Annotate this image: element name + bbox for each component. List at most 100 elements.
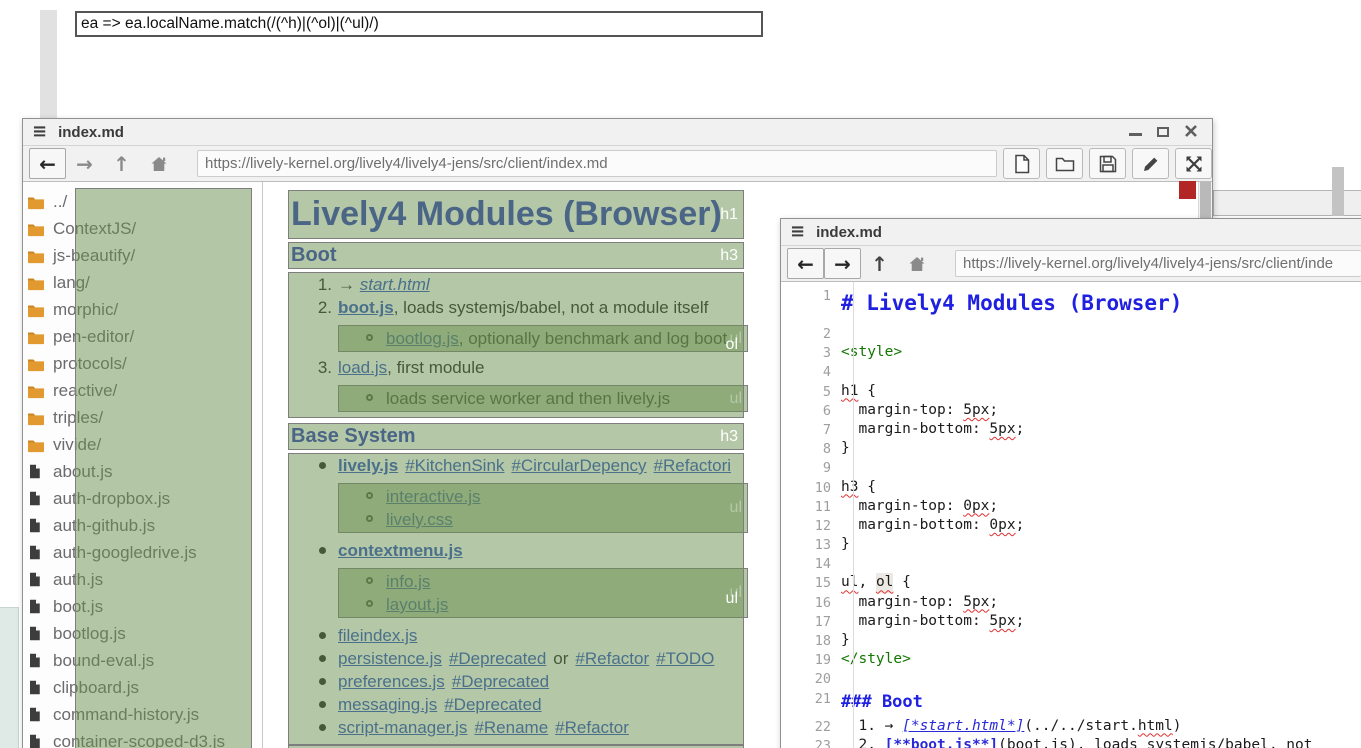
folder-button[interactable] [1046, 148, 1083, 179]
window-title: index.md [816, 224, 882, 241]
bullet-icon [366, 492, 373, 499]
new-file-button[interactable] [1003, 148, 1040, 179]
link-tag[interactable]: #Deprecated [452, 672, 549, 691]
scrollbar-thumb[interactable] [1200, 182, 1211, 220]
link-tag[interactable]: #Refactor [575, 649, 649, 668]
code-line: 23 2. [**boot.js**](boot.js), loads syst… [781, 736, 1361, 748]
code-line: 14 [781, 554, 1361, 573]
markdown-nested-list: bootlog.js, optionally benchmark and log… [338, 325, 748, 352]
code-line: 10h3 { [781, 478, 1361, 497]
file-icon [27, 490, 48, 508]
list-item: lively.js #KitchenSink #CircularDepency #Re… [288, 454, 744, 477]
folder-icon [27, 193, 48, 211]
code-line: 16 margin-top: 5px; [781, 593, 1361, 612]
maximize-icon[interactable] [1157, 127, 1169, 137]
up-button[interactable]: ↑ [861, 248, 898, 279]
window-titlebar[interactable]: ≡ index.md [781, 219, 1361, 246]
file-icon [27, 544, 48, 562]
window-titlebar[interactable]: ≡ index.md [23, 119, 1212, 146]
window-menu-icon[interactable]: ≡ [23, 121, 58, 144]
link-preferences-js[interactable]: preferences.js [338, 672, 445, 691]
link-tag[interactable]: #Rename [474, 718, 548, 737]
list-item: messaging.js #Deprecated [288, 693, 744, 716]
code-line: 5h1 { [781, 382, 1361, 401]
link-tag[interactable]: #Refactori [654, 456, 731, 475]
home-button[interactable] [140, 148, 177, 179]
folder-icon [27, 328, 48, 346]
bullet-icon [366, 600, 373, 607]
link-start-html[interactable]: start.html [360, 275, 430, 294]
markdown-h3-boot: Boot [288, 242, 744, 269]
code-line: 17 margin-bottom: 5px; [781, 612, 1361, 631]
link-tag[interactable]: #Deprecated [449, 649, 546, 668]
link-tag[interactable]: #KitchenSink [405, 456, 504, 475]
link-layout-js[interactable]: layout.js [386, 595, 448, 614]
code-line: 6 margin-top: 5px; [781, 401, 1361, 420]
navigation-toolbar: ← → ↑ https://lively-kernel.org/lively4/… [781, 246, 1361, 282]
markdown-bullet-list: lively.js #KitchenSink #CircularDepency #Re… [288, 453, 744, 745]
link-load-js[interactable]: load.js [338, 358, 387, 377]
link-lively-css[interactable]: lively.css [386, 510, 453, 529]
bullet-icon [319, 462, 326, 469]
filter-expression-input[interactable] [75, 11, 763, 37]
list-item: 2.boot.js, loads systemjs/babel, not a m… [288, 296, 744, 319]
code-line: 9 [781, 458, 1361, 477]
link-contextmenu-js[interactable]: contextmenu.js [338, 541, 463, 560]
close-icon[interactable] [1184, 124, 1198, 138]
list-item: preferences.js #Deprecated [288, 670, 744, 693]
back-button[interactable]: ← [29, 148, 66, 179]
file-icon [27, 463, 48, 481]
code-line: 2 [781, 324, 1361, 343]
file-icon [27, 598, 48, 616]
list-item: lively.css [338, 508, 748, 531]
home-button[interactable] [898, 248, 935, 279]
code-line: 19</style> [781, 650, 1361, 669]
link-persistence-js[interactable]: persistence.js [338, 649, 442, 668]
file-icon [27, 571, 48, 589]
folder-icon [27, 409, 48, 427]
code-line: 8} [781, 439, 1361, 458]
back-button[interactable]: ← [787, 248, 824, 279]
forward-button[interactable]: → [824, 248, 861, 279]
bullet-icon [366, 334, 373, 341]
link-tag[interactable]: #CircularDepency [511, 456, 646, 475]
link-lively-js[interactable]: lively.js [338, 456, 398, 475]
markdown-source-editor[interactable]: 1# Lively4 Modules (Browser) 2 3<style> … [781, 282, 1361, 748]
link-script-manager-js[interactable]: script-manager.js [338, 718, 467, 737]
link-tag[interactable]: #TODO [656, 649, 714, 668]
url-field[interactable]: https://lively-kernel.org/lively4/lively… [955, 250, 1361, 277]
file-icon [27, 733, 48, 748]
forward-button[interactable]: → [66, 148, 103, 179]
window-menu-icon[interactable]: ≡ [781, 221, 816, 244]
up-button[interactable]: ↑ [103, 148, 140, 179]
link-boot-js[interactable]: boot.js [338, 298, 394, 317]
folder-icon [27, 247, 48, 265]
folder-icon [27, 274, 48, 292]
bullet-icon [366, 394, 373, 401]
link-messaging-js[interactable]: messaging.js [338, 695, 437, 714]
bullet-icon [366, 515, 373, 522]
bullet-icon [319, 701, 326, 708]
link-interactive-js[interactable]: interactive.js [386, 487, 480, 506]
edit-button[interactable] [1132, 148, 1169, 179]
expand-button[interactable] [1175, 148, 1212, 179]
element-highlight-overlay-ul [75, 188, 252, 748]
save-button[interactable] [1089, 148, 1126, 179]
link-info-js[interactable]: info.js [386, 572, 430, 591]
minimize-icon[interactable] [1129, 133, 1142, 136]
link-bootlog-js[interactable]: bootlog.js [386, 329, 459, 348]
link-fileindex-js[interactable]: fileindex.js [338, 626, 417, 645]
list-item: script-manager.js #Rename #Refactor [288, 716, 744, 739]
link-tag[interactable]: #Deprecated [444, 695, 541, 714]
url-field[interactable]: https://lively-kernel.org/lively4/lively… [197, 150, 997, 177]
markdown-nested-list: loads service worker and then lively.js [338, 385, 748, 412]
list-item: interactive.js [338, 485, 748, 508]
markdown-h3-base-system: Base System [288, 423, 744, 450]
link-tag[interactable]: #Refactor [555, 718, 629, 737]
code-line: 15ul, ol { [781, 573, 1361, 592]
code-line: 11 margin-top: 0px; [781, 497, 1361, 516]
list-item: layout.js [338, 593, 748, 616]
list-item: 3.load.js, first module [288, 356, 744, 379]
code-line: 13} [781, 535, 1361, 554]
unsaved-indicator [1179, 181, 1196, 199]
